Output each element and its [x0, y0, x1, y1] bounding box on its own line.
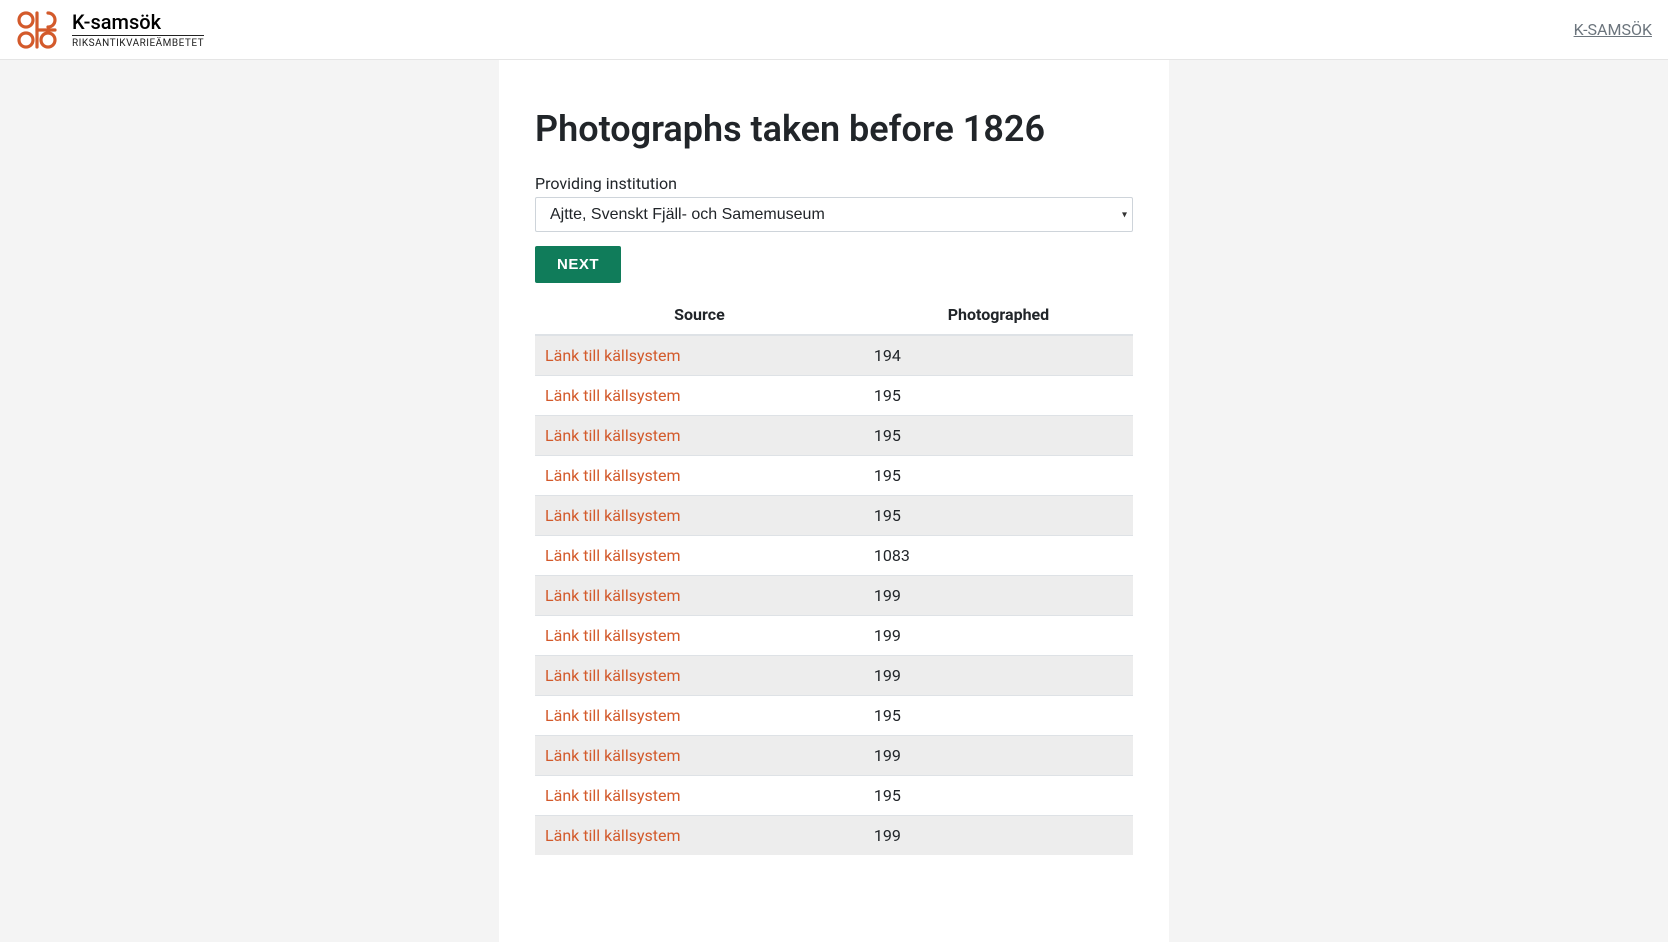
column-header-photographed: Photographed	[864, 295, 1133, 335]
source-cell: Länk till källsystem	[535, 496, 864, 536]
table-row: Länk till källsystem 195	[535, 496, 1133, 536]
table-row: Länk till källsystem 199	[535, 736, 1133, 776]
main-content: Photographs taken before 1826 Providing …	[499, 60, 1169, 942]
photographed-cell: 199	[864, 816, 1133, 856]
photographed-cell: 199	[864, 616, 1133, 656]
table-body: Länk till källsystem194Länk till källsys…	[535, 335, 1133, 855]
source-link[interactable]: Länk till källsystem	[545, 426, 681, 445]
source-link[interactable]: Länk till källsystem	[545, 666, 681, 685]
header-link-ksamsok[interactable]: K-SAMSÖK	[1574, 20, 1652, 39]
source-link[interactable]: Länk till källsystem	[545, 786, 681, 805]
next-button[interactable]: NEXT	[535, 246, 621, 283]
table-row: Länk till källsystem 199	[535, 656, 1133, 696]
photographed-cell: 195	[864, 776, 1133, 816]
header: K-samsök RIKSANTIKVARIEÄMBETET K-SAMSÖK	[0, 0, 1668, 60]
photographed-cell: 199	[864, 656, 1133, 696]
source-cell: Länk till källsystem	[535, 335, 864, 376]
photographed-cell: 195	[864, 456, 1133, 496]
table-row: Länk till källsystem 1083	[535, 536, 1133, 576]
institution-select-wrap: Ajtte, Svenskt Fjäll- och Samemuseum ▾	[535, 197, 1133, 232]
table-row: Länk till källsystem 195	[535, 456, 1133, 496]
photographed-cell: 195	[864, 416, 1133, 456]
table-row: Länk till källsystem 195	[535, 776, 1133, 816]
photographed-cell: 195	[864, 696, 1133, 736]
photographed-cell: 195	[864, 496, 1133, 536]
column-header-source: Source	[535, 295, 864, 335]
table-row: Länk till källsystem 199	[535, 816, 1133, 856]
source-link[interactable]: Länk till källsystem	[545, 466, 681, 485]
table-row: Länk till källsystem 194	[535, 335, 1133, 376]
logo-title: K-samsök	[72, 11, 204, 33]
source-link[interactable]: Länk till källsystem	[545, 626, 681, 645]
source-link[interactable]: Länk till källsystem	[545, 706, 681, 725]
source-cell: Länk till källsystem	[535, 776, 864, 816]
table-row: Länk till källsystem 199	[535, 576, 1133, 616]
source-cell: Länk till källsystem	[535, 416, 864, 456]
source-link[interactable]: Länk till källsystem	[545, 506, 681, 525]
logo-text: K-samsök RIKSANTIKVARIEÄMBETET	[72, 11, 204, 49]
page-title: Photographs taken before 1826	[535, 108, 1133, 150]
source-cell: Länk till källsystem	[535, 656, 864, 696]
logo-subtitle: RIKSANTIKVARIEÄMBETET	[72, 35, 204, 49]
logo[interactable]: K-samsök RIKSANTIKVARIEÄMBETET	[16, 10, 204, 50]
table-row: Länk till källsystem 195	[535, 696, 1133, 736]
photographed-cell: 199	[864, 736, 1133, 776]
source-cell: Länk till källsystem	[535, 376, 864, 416]
source-cell: Länk till källsystem	[535, 696, 864, 736]
table-row: Länk till källsystem 195	[535, 416, 1133, 456]
source-link[interactable]: Länk till källsystem	[545, 386, 681, 405]
results-table: Source Photographed Länk till källsystem…	[535, 295, 1133, 855]
logo-icon	[16, 10, 64, 50]
source-link[interactable]: Länk till källsystem	[545, 746, 681, 765]
institution-label: Providing institution	[535, 174, 1133, 193]
source-link[interactable]: Länk till källsystem	[545, 586, 681, 605]
photographed-cell: 194	[864, 335, 1133, 376]
source-cell: Länk till källsystem	[535, 576, 864, 616]
source-link[interactable]: Länk till källsystem	[545, 546, 681, 565]
source-cell: Länk till källsystem	[535, 456, 864, 496]
source-link[interactable]: Länk till källsystem	[545, 826, 681, 845]
photographed-cell: 199	[864, 576, 1133, 616]
source-link[interactable]: Länk till källsystem	[545, 346, 681, 365]
institution-select[interactable]: Ajtte, Svenskt Fjäll- och Samemuseum	[535, 197, 1133, 232]
photographed-cell: 1083	[864, 536, 1133, 576]
photographed-cell: 195	[864, 376, 1133, 416]
table-row: Länk till källsystem 195	[535, 376, 1133, 416]
table-row: Länk till källsystem 199	[535, 616, 1133, 656]
source-cell: Länk till källsystem	[535, 616, 864, 656]
source-cell: Länk till källsystem	[535, 536, 864, 576]
source-cell: Länk till källsystem	[535, 736, 864, 776]
source-cell: Länk till källsystem	[535, 816, 864, 856]
